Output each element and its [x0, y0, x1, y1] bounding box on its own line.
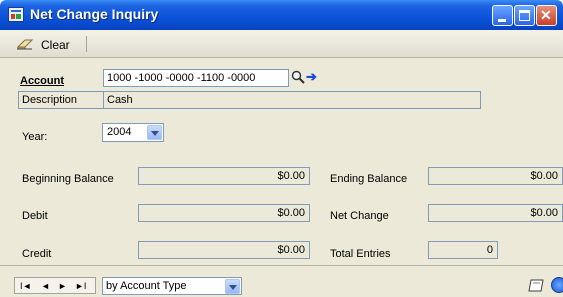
year-select[interactable]: 2004: [102, 123, 164, 142]
last-record-button[interactable]: ►I: [75, 280, 86, 292]
net-change-label: Net Change: [330, 210, 389, 222]
toolbar-separator: [86, 36, 87, 52]
year-label: Year:: [22, 131, 48, 143]
chevron-down-icon: [229, 285, 237, 290]
total-entries-label: Total Entries: [330, 248, 391, 260]
sort-value: by Account Type: [106, 280, 187, 292]
sort-dropdown-button[interactable]: [225, 279, 240, 294]
clear-button-label: Clear: [41, 38, 70, 52]
minimize-icon: [498, 19, 506, 22]
previous-record-button[interactable]: ◄: [41, 280, 50, 292]
window-title: Net Change Inquiry: [30, 6, 159, 22]
account-input[interactable]: 1000 -1000 -0000 -1100 -0000: [103, 69, 289, 87]
year-value: 2004: [107, 126, 132, 138]
beginning-balance-label: Beginning Balance: [22, 173, 114, 185]
lookup-icon[interactable]: [291, 70, 305, 84]
description-label: Description: [22, 94, 78, 106]
record-navigation: I◄ ◄ ► ►I: [14, 277, 96, 294]
help-icon[interactable]: [551, 277, 563, 293]
year-dropdown-button[interactable]: [147, 125, 162, 140]
chevron-down-icon: [151, 131, 159, 136]
net-change-field: $0.00: [428, 204, 563, 222]
close-icon: ✕: [540, 7, 552, 23]
window-app-icon: [8, 7, 24, 22]
note-icon[interactable]: [528, 279, 544, 292]
close-button[interactable]: ✕: [536, 5, 557, 26]
credit-field: $0.00: [138, 241, 310, 259]
debit-field: $0.00: [138, 204, 310, 222]
debit-label: Debit: [22, 210, 48, 222]
account-label[interactable]: Account: [20, 75, 64, 87]
total-entries-field: 0: [428, 241, 498, 259]
beginning-balance-field: $0.00: [138, 167, 310, 185]
arrow-right-icon[interactable]: ➔: [306, 70, 318, 84]
bottom-bar: I◄ ◄ ► ►I by Account Type: [0, 265, 563, 297]
minimize-button[interactable]: [492, 5, 513, 26]
credit-label: Credit: [22, 248, 52, 260]
maximize-icon: [519, 10, 530, 21]
maximize-button[interactable]: [514, 5, 535, 26]
toolbar: Clear: [0, 30, 563, 58]
first-record-button[interactable]: I◄: [20, 280, 31, 292]
next-record-button[interactable]: ►: [58, 280, 67, 292]
clear-button[interactable]: Clear: [14, 34, 74, 54]
ending-balance-field: $0.00: [428, 167, 563, 185]
description-label-box: Description: [18, 91, 104, 109]
sort-select[interactable]: by Account Type: [102, 277, 242, 295]
description-field: Cash: [103, 91, 481, 109]
eraser-icon: [16, 38, 34, 50]
title-bar: Net Change Inquiry ✕: [0, 0, 563, 30]
main-panel: Account 1000 -1000 -0000 -1100 -0000 ➔ D…: [0, 58, 563, 265]
ending-balance-label: Ending Balance: [330, 173, 408, 185]
